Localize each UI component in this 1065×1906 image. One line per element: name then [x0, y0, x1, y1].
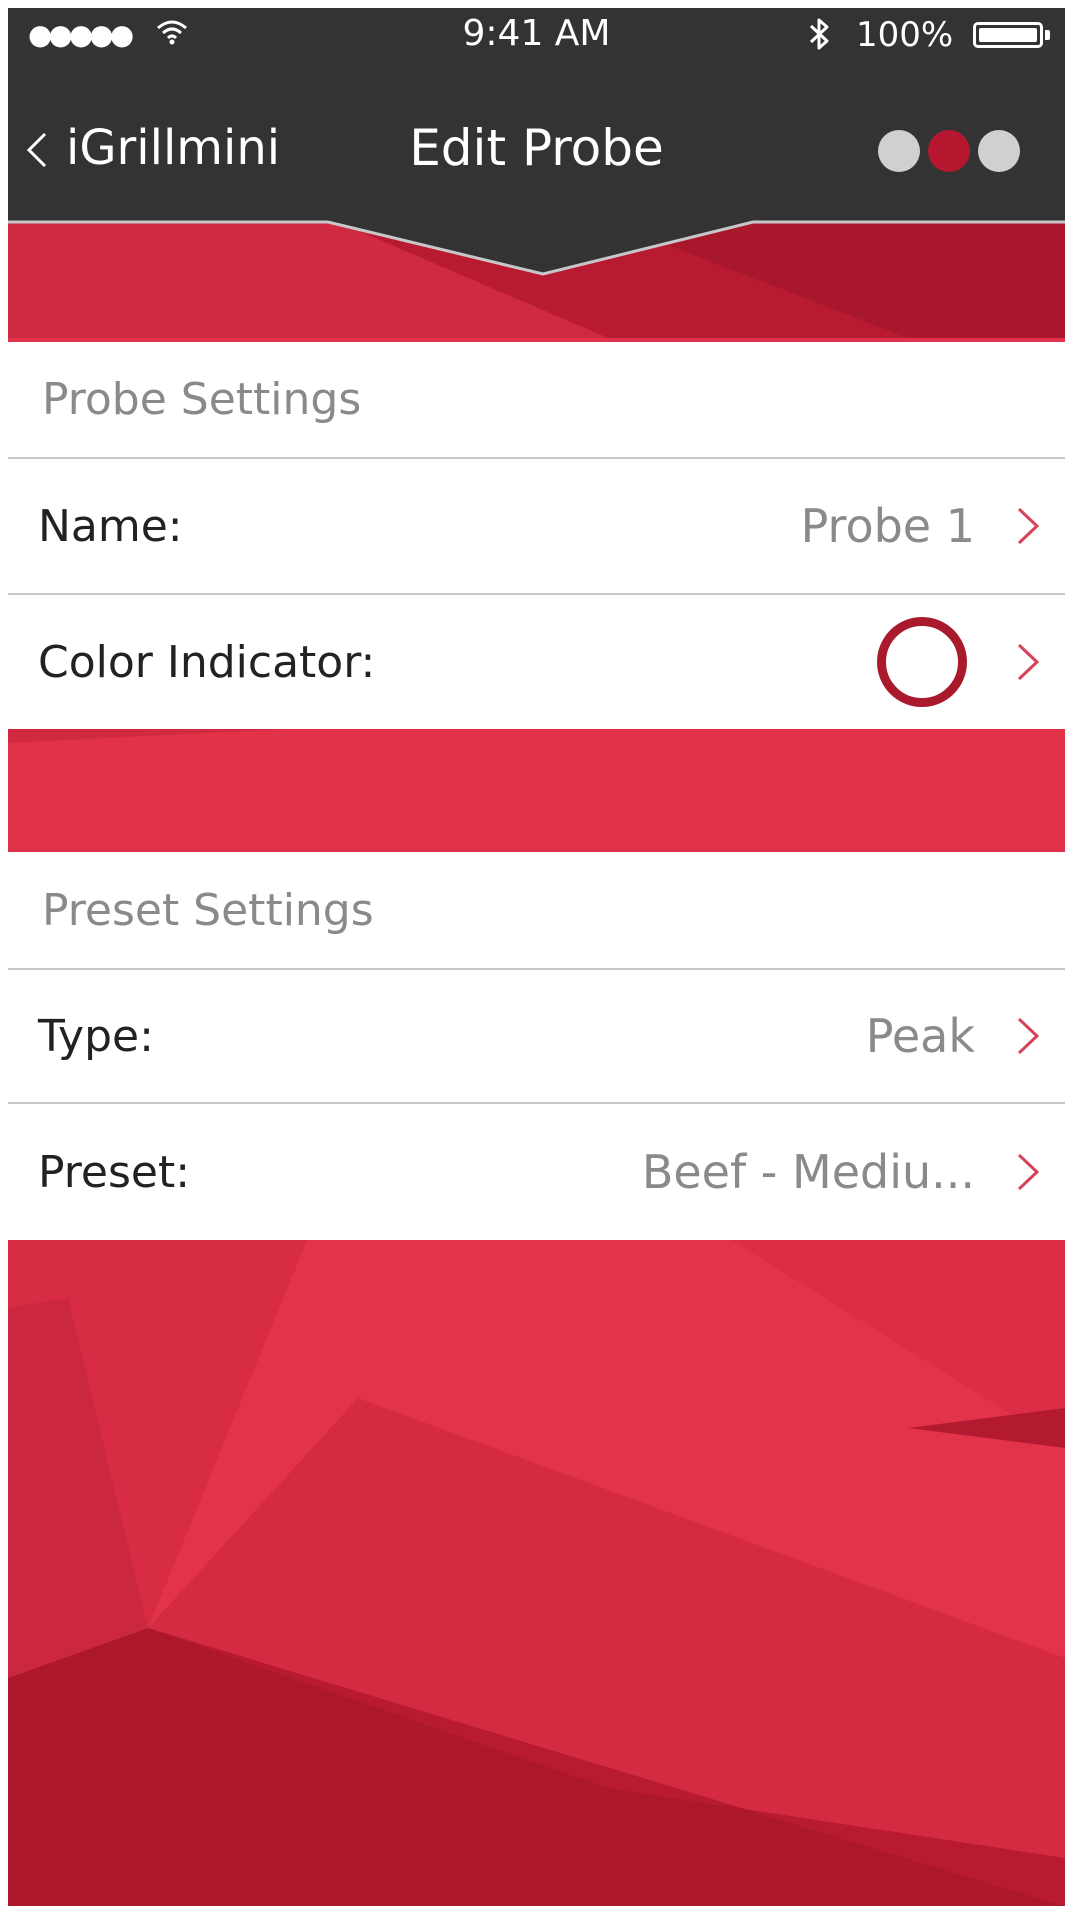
name-label: Name:	[38, 500, 183, 552]
color-indicator-row[interactable]: Color Indicator:	[8, 595, 1065, 729]
status-bar: ●●●●● 9:41 AM 100%	[8, 8, 1065, 60]
page-dot-3[interactable]	[978, 130, 1020, 172]
name-value: Probe 1	[800, 499, 975, 553]
chevron-right-icon	[1017, 643, 1040, 681]
color-indicator-label: Color Indicator:	[38, 636, 376, 688]
page-indicator[interactable]	[878, 130, 1020, 172]
type-value: Peak	[865, 1009, 975, 1063]
type-label: Type:	[38, 1010, 154, 1062]
preset-value: Beef - Mediu...	[641, 1145, 975, 1199]
probe-settings-header: Probe Settings	[8, 342, 1065, 459]
battery-percent: 100%	[856, 15, 954, 55]
app-screen: ●●●●● 9:41 AM 100% iGrillmini Edit Probe…	[8, 8, 1065, 1906]
type-row[interactable]: Type: Peak	[8, 970, 1065, 1104]
color-indicator-swatch	[877, 617, 967, 707]
battery-icon	[973, 22, 1043, 48]
chevron-right-icon	[1017, 1153, 1040, 1191]
navigation-bar: ●●●●● 9:41 AM 100% iGrillmini Edit Probe	[8, 8, 1065, 222]
name-row[interactable]: Name: Probe 1	[8, 459, 1065, 595]
preset-label: Preset:	[38, 1146, 191, 1198]
preset-row[interactable]: Preset: Beef - Mediu...	[8, 1104, 1065, 1240]
preset-settings-header: Preset Settings	[8, 852, 1065, 970]
page-dot-1[interactable]	[878, 130, 920, 172]
nav-bar-notch	[8, 220, 1065, 276]
battery-nub	[1045, 30, 1050, 40]
chevron-right-icon	[1017, 507, 1040, 545]
preset-settings-section: Preset Settings Type: Peak Preset: Beef …	[8, 852, 1065, 1240]
probe-settings-section: Probe Settings Name: Probe 1 Color Indic…	[8, 342, 1065, 729]
chevron-right-icon	[1017, 1017, 1040, 1055]
bluetooth-icon	[808, 16, 832, 60]
page-dot-2-active[interactable]	[928, 130, 970, 172]
